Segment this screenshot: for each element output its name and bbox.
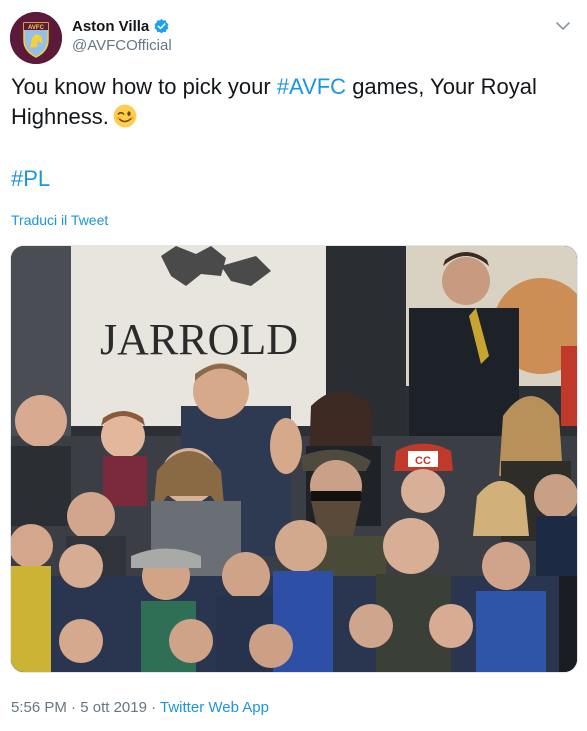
- tweet-photo[interactable]: JARROLD CC: [10, 245, 578, 673]
- hashtag-pl-link[interactable]: #PL: [11, 166, 50, 191]
- hashtag-avfc-link[interactable]: #AVFC: [277, 74, 346, 99]
- tweet-time[interactable]: 5:56 PM: [11, 699, 67, 716]
- verified-badge-icon: [154, 18, 169, 33]
- meta-separator: ·: [66, 699, 81, 716]
- tweet-date[interactable]: 5 ott 2019: [80, 699, 147, 716]
- account-handle[interactable]: @AVFCOfficial: [72, 37, 172, 54]
- avatar-text: AVFC: [28, 25, 45, 31]
- avatar[interactable]: AVFC: [10, 12, 62, 64]
- tweet-meta: 5:56 PM · 5 ott 2019 · Twitter Web App: [11, 699, 269, 716]
- cap-logo-text: CC: [415, 455, 431, 467]
- source-app-link[interactable]: Twitter Web App: [160, 699, 269, 716]
- account-names: Aston Villa @AVFCOfficial: [72, 16, 172, 55]
- villa-crest-icon: AVFC: [10, 12, 62, 64]
- translate-tweet-link[interactable]: Traduci il Tweet: [11, 212, 108, 228]
- crowd-photo-illustration: JARROLD CC: [11, 246, 577, 672]
- display-name[interactable]: Aston Villa: [72, 18, 149, 35]
- tweet-header: AVFC Aston Villa @AVFCOfficial: [10, 10, 577, 66]
- tweet-text: You know how to pick your #AVFC games, Y…: [11, 72, 571, 132]
- hashtag-pl-line: #PL: [11, 164, 50, 194]
- banner-text: JARROLD: [100, 315, 298, 364]
- winking-face-icon: [113, 104, 137, 128]
- tweet-text-part-1: You know how to pick your: [11, 74, 277, 99]
- chevron-down-icon[interactable]: [553, 16, 573, 36]
- meta-separator: ·: [146, 699, 161, 716]
